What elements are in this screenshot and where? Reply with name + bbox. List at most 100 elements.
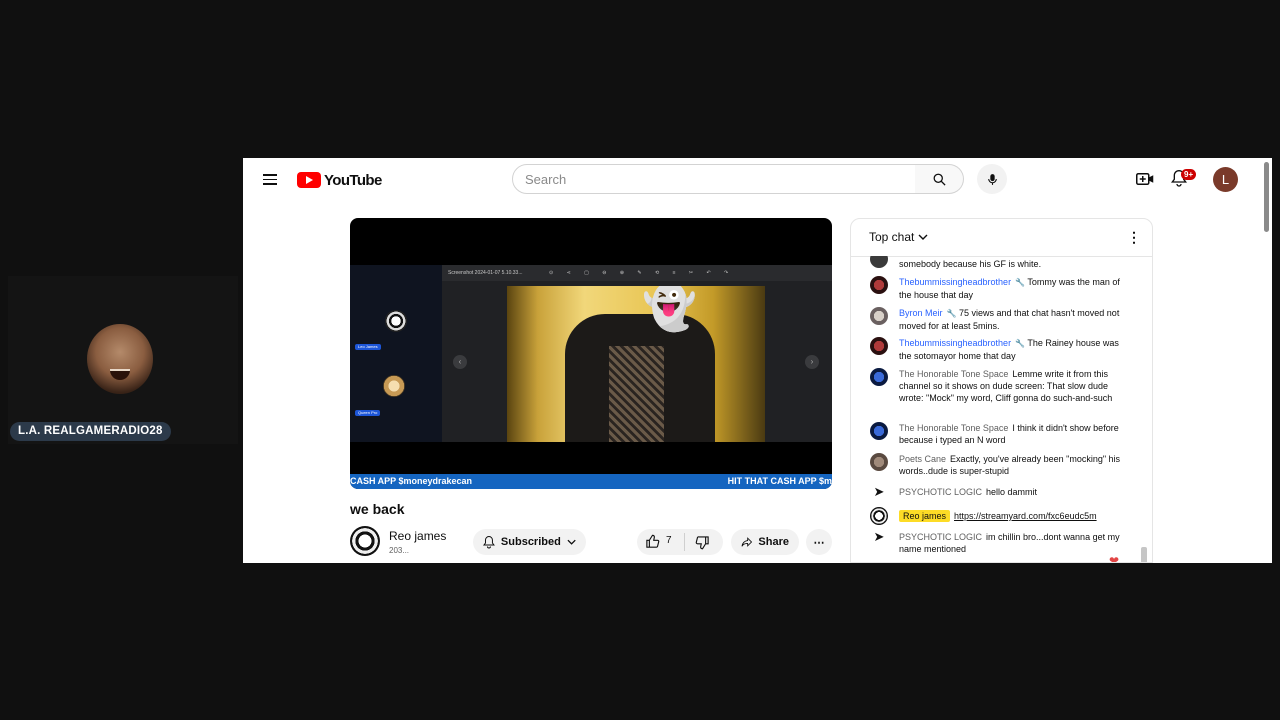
- microphone-icon: [987, 173, 997, 185]
- guest-avatar: [385, 310, 407, 332]
- next-arrow-icon: ›: [805, 355, 819, 369]
- chevron-down-icon: [918, 234, 928, 240]
- video-player[interactable]: Leo James Queen Pro Screenshot 2024-01-0…: [350, 218, 832, 489]
- share-arrow-icon: [741, 537, 753, 547]
- like-button[interactable]: [645, 534, 660, 552]
- chat-author-name[interactable]: Byron Meir: [899, 308, 943, 318]
- cash-app-ticker: CASH APP $moneydrakecan HIT THAT CASH AP…: [350, 474, 832, 489]
- bell-icon: [483, 536, 495, 549]
- chat-message: PSYCHOTIC LOGIC hello dammit: [899, 486, 1124, 498]
- chat-author-avatar[interactable]: [870, 453, 888, 471]
- chat-author-avatar[interactable]: [870, 256, 888, 268]
- wrench-icon: 🔧: [1015, 278, 1026, 287]
- chat-mode-dropdown[interactable]: Top chat: [869, 230, 928, 244]
- search-button[interactable]: [915, 164, 964, 194]
- search-icon: [933, 173, 946, 186]
- live-chat-panel: Top chat ⋮ somebody because his GF is wh…: [850, 218, 1153, 563]
- chat-menu-icon[interactable]: ⋮: [1127, 229, 1141, 246]
- chat-author-name[interactable]: The Honorable Tone Space: [899, 423, 1008, 433]
- chat-author-avatar[interactable]: [870, 276, 888, 294]
- chat-author-avatar[interactable]: ➤: [870, 483, 888, 501]
- chat-author-avatar[interactable]: [870, 307, 888, 325]
- channel-avatar[interactable]: [350, 526, 380, 556]
- like-dislike-group: 7: [637, 529, 723, 555]
- chat-message-list[interactable]: somebody because his GF is white. Thebum…: [851, 256, 1152, 562]
- logo-text: YouTube: [324, 171, 382, 189]
- stream-sidebar: Leo James Queen Pro: [350, 265, 442, 442]
- channel-owner-name[interactable]: Reo james: [899, 510, 951, 522]
- search-input[interactable]: [512, 164, 916, 194]
- subscribed-label: Subscribed: [500, 536, 561, 548]
- wrench-icon: 🔧: [946, 309, 957, 318]
- hamburger-menu-icon[interactable]: [263, 171, 277, 187]
- subscriber-count: 203...: [389, 546, 410, 555]
- heart-reaction-icon: ❤: [1109, 554, 1120, 563]
- chat-author-name[interactable]: Thebummissingheadbrother: [899, 277, 1011, 287]
- create-button[interactable]: [1135, 170, 1155, 188]
- youtube-play-icon: [297, 172, 321, 188]
- browser-window: YouTube 9+ L Leo James Queen Pro Screens…: [243, 158, 1272, 563]
- ticker-text-left: CASH APP $moneydrakecan: [350, 476, 473, 486]
- chat-message-text: hello dammit: [986, 487, 1038, 497]
- like-count: 7: [666, 535, 672, 546]
- viewer-title: Screenshot 2024-01-07 5.10.33...: [448, 270, 523, 276]
- video-title: we back: [350, 501, 405, 517]
- person-shirt: [609, 346, 664, 442]
- chat-message: Byron Meir 🔧 75 views and that chat hasn'…: [899, 307, 1124, 332]
- chat-message: Reo james https://streamyard.com/fxc6eudc…: [899, 510, 1124, 522]
- chat-message: The Honorable Tone Space I think it didn'…: [899, 422, 1124, 446]
- account-avatar[interactable]: L: [1213, 167, 1238, 192]
- chevron-down-icon: [567, 539, 576, 545]
- video-plus-icon: [1136, 173, 1154, 185]
- chat-author-avatar[interactable]: [870, 507, 888, 525]
- chat-author-name[interactable]: Thebummissingheadbrother: [899, 338, 1011, 348]
- guest-label: Queen Pro: [355, 410, 381, 416]
- chat-author-avatar[interactable]: [870, 422, 888, 440]
- chat-message: somebody because his GF is white.: [899, 258, 1124, 270]
- previous-arrow-icon: ‹: [453, 355, 467, 369]
- dislike-button[interactable]: [695, 535, 710, 553]
- chat-author-avatar[interactable]: [870, 368, 888, 386]
- subscribed-button[interactable]: Subscribed: [473, 529, 586, 555]
- thumbs-down-icon: [695, 536, 709, 550]
- chat-author-name[interactable]: The Honorable Tone Space: [899, 369, 1008, 379]
- chat-message: Thebummissingheadbrother 🔧 Tommy was the …: [899, 276, 1124, 301]
- chat-author-avatar[interactable]: [870, 337, 888, 355]
- bird-logo-icon: ➤: [873, 484, 885, 499]
- chat-message: The Honorable Tone Space Lemme write it f…: [899, 368, 1124, 404]
- screenshot-viewer: Screenshot 2024-01-07 5.10.33... ⊙ ⋖ ▢ ⊖ …: [442, 265, 832, 442]
- ticker-text-right: HIT THAT CASH APP $m: [727, 476, 832, 486]
- youtube-logo[interactable]: YouTube: [297, 171, 382, 189]
- ghost-emoji-icon: 👻: [642, 286, 697, 332]
- bird-logo-icon: ➤: [873, 529, 885, 544]
- chat-author-name[interactable]: PSYCHOTIC LOGIC: [899, 532, 982, 542]
- chat-header: Top chat ⋮: [851, 219, 1152, 257]
- share-button[interactable]: Share: [731, 529, 799, 555]
- page-scrollbar-thumb[interactable]: [1264, 162, 1269, 232]
- hallway-photo: 👻: [507, 286, 765, 442]
- wrench-icon: 🔧: [1015, 339, 1026, 348]
- more-dots-icon: ⋯: [813, 536, 825, 549]
- viewer-toolbar: Screenshot 2024-01-07 5.10.33... ⊙ ⋖ ▢ ⊖ …: [442, 265, 832, 281]
- chat-mode-label: Top chat: [869, 230, 915, 244]
- chat-author-avatar[interactable]: ➤: [870, 528, 888, 546]
- channel-name[interactable]: Reo james: [389, 529, 446, 543]
- chat-message: Thebummissingheadbrother 🔧 The Rainey hou…: [899, 337, 1124, 362]
- chat-author-name[interactable]: Poets Cane: [899, 454, 946, 464]
- webcam-name-badge: L.A. REALGAMERADIO28: [10, 422, 171, 441]
- guest-avatar: [383, 375, 405, 397]
- guest-label: Leo James: [355, 344, 381, 350]
- chat-message: PSYCHOTIC LOGIC im chillin bro...dont wan…: [899, 531, 1124, 555]
- webcam-face: [87, 324, 153, 394]
- like-divider: [684, 533, 685, 551]
- chat-message-link[interactable]: https://streamyard.com/fxc6eudc5m: [954, 511, 1097, 521]
- chat-author-name[interactable]: PSYCHOTIC LOGIC: [899, 487, 982, 497]
- thumbs-up-icon: [646, 534, 660, 548]
- chat-message: Poets Cane Exactly, you've already been "…: [899, 453, 1124, 477]
- notification-count-badge: 9+: [1181, 169, 1197, 180]
- chat-scrollbar[interactable]: [1141, 547, 1147, 562]
- more-actions-button[interactable]: ⋯: [806, 529, 832, 555]
- share-label: Share: [758, 536, 789, 548]
- viewer-tool-icons: ⊙ ⋖ ▢ ⊖ ⊕ ✎ ⟲ ≡ ✂ ↶ ↷: [549, 270, 735, 276]
- voice-search-button[interactable]: [977, 164, 1007, 194]
